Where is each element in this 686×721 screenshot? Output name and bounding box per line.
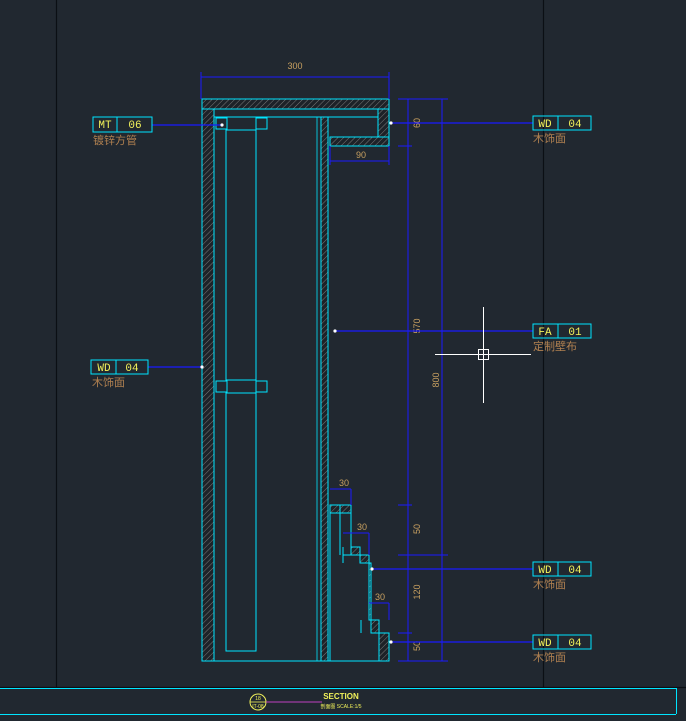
dim-top-width: 300: [287, 61, 302, 71]
tag-note: 木饰面: [92, 375, 125, 389]
tag-code: FA: [538, 327, 552, 339]
crosshair-cursor-icon[interactable]: [435, 307, 531, 403]
dim-step1-offset: 30: [339, 478, 349, 488]
square-tube-3: [215, 380, 228, 393]
material-tag-wd04-mid-right[interactable]: WD 04 木饰面: [532, 561, 592, 591]
tube-frame-top: [213, 108, 379, 118]
tag-code: WD: [538, 565, 552, 577]
material-tag-wd04-bottom-right[interactable]: WD 04 木饰面: [532, 634, 592, 664]
left-wall: [201, 108, 215, 662]
dim-step3-offset: 30: [375, 592, 385, 602]
tag-code: MT: [98, 120, 112, 132]
material-tag-mt06[interactable]: MT 06 镀锌方管: [92, 116, 153, 147]
square-tube-2: [255, 117, 268, 130]
tag-note: 木饰面: [533, 650, 566, 664]
tag-note: 木饰面: [533, 577, 566, 591]
material-tag-wd04-left[interactable]: WD 04 木饰面: [90, 359, 149, 389]
section-marker-sheet: IT-08: [252, 704, 264, 710]
tag-note: 木饰面: [533, 131, 566, 145]
drawing-subtitle: 剖面图 SCALE:1/5: [320, 703, 361, 710]
tag-number: 04: [125, 363, 139, 375]
fabric-panel: [320, 116, 329, 662]
top-cap: [201, 98, 390, 110]
inner-board-upper: [225, 129, 257, 381]
material-tag-wd04-top-right[interactable]: WD 04 木饰面: [532, 115, 592, 145]
tag-code: WD: [538, 638, 552, 650]
dim-return-width: 90: [356, 150, 366, 160]
top-return-bottom: [329, 136, 390, 147]
tag-number: 04: [568, 565, 582, 577]
tag-note: 定制壁布: [533, 339, 577, 353]
dim-total-height: 800: [431, 372, 441, 387]
material-tag-fa01[interactable]: FA 01 定制壁布: [532, 323, 592, 353]
square-tube-4: [255, 380, 268, 393]
dim-step2-height: 120: [412, 584, 422, 599]
drawing-title: SECTION: [323, 692, 359, 701]
tag-number: 06: [128, 120, 141, 132]
inner-board-lower: [225, 392, 257, 652]
section-geometry: [201, 98, 390, 662]
leader-arrowheads: [200, 121, 393, 644]
tag-number: 04: [568, 638, 582, 650]
section-marker-number: 18: [255, 696, 261, 702]
tag-number: 01: [568, 327, 582, 339]
section-drawing-canvas: 300 90 60 570 800 50 120 50 30 30 30 MT …: [0, 0, 686, 715]
title-block: 18 IT-08 SECTION 剖面图 SCALE:1/5: [249, 692, 362, 711]
dim-step2-offset: 30: [357, 522, 367, 532]
tag-note: 镀锌方管: [93, 133, 137, 147]
tag-number: 04: [568, 119, 582, 131]
dim-step1-height: 50: [412, 524, 422, 534]
tag-code: WD: [538, 119, 552, 131]
tag-code: WD: [97, 363, 111, 375]
